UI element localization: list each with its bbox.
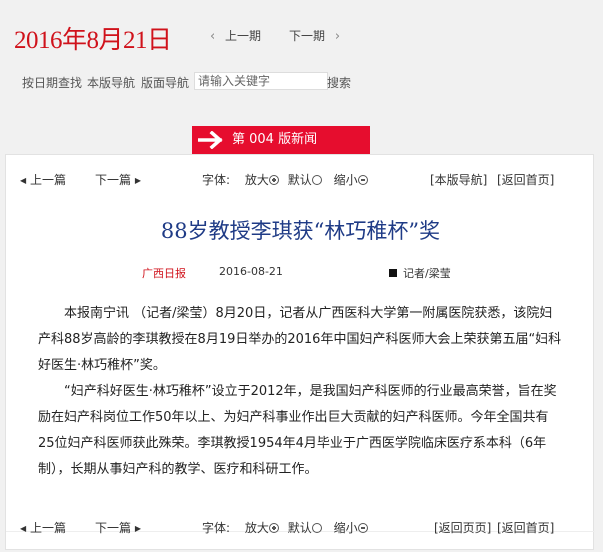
zoom-out-radio-icon [357,523,368,533]
arrow-right-icon [198,131,223,149]
caret-right-icon: ▶ [134,524,141,533]
radio-icon [311,523,322,533]
font-small-button[interactable]: 缩小 [334,521,368,535]
banner-label: 第 004 版新闻 [232,132,318,147]
page-nav-link[interactable]: 版面导航 [141,74,189,91]
article-panel: ◀ 上一篇 下一篇 ▶ 字体: 放大 默认 缩小 [本版导航] [返回首页] 8… [5,154,595,550]
chevron-left-icon: ‹ [210,29,216,44]
font-label: 字体: [202,521,231,535]
zoom-in-radio-icon [268,175,279,185]
font-controls: 字体: 放大 默认 缩小 [202,171,368,188]
font-default-button[interactable]: 默认 [288,521,326,535]
caret-left-icon: ◀ [20,176,27,185]
prev-issue-label: 上一期 [225,29,262,43]
next-article-bottom-link[interactable]: 下一篇 ▶ [95,519,141,536]
article-source: 广西日报 [142,267,186,280]
caret-left-icon: ◀ [20,524,27,533]
prev-issue-link[interactable]: ‹ 上一期 [210,27,261,44]
zoom-out-radio-icon [357,175,368,185]
font-controls-bottom: 字体: 放大 默认 缩小 [202,519,368,536]
back-to-page-bottom-link[interactable]: [返回页页] [434,519,491,536]
next-issue-link[interactable]: 下一期 › [289,27,340,44]
edition-nav-link[interactable]: 本版导航 [87,74,135,91]
article-body: 本报南宁讯 （记者/梁莹）8月20日，记者从广西医科大学第一附属医院获悉，该院妇… [38,301,562,483]
font-large-button[interactable]: 放大 [245,173,283,187]
font-large-button[interactable]: 放大 [245,521,283,535]
font-small-button[interactable]: 缩小 [334,173,368,187]
next-article-link[interactable]: 下一篇 ▶ [95,171,141,188]
back-to-home-bottom-link[interactable]: [返回首页] [497,519,554,536]
search-button[interactable]: 搜索 [327,74,351,91]
by-date-link[interactable]: 按日期查找 [22,74,82,91]
font-label: 字体: [202,173,231,187]
back-to-home-top-link[interactable]: [返回首页] [497,171,554,188]
prev-article-bottom-link[interactable]: ◀ 上一篇 [20,519,66,536]
search-input[interactable]: 请输入关键字 [194,72,328,90]
article-title: 88岁教授李琪获“林巧稚杯”奖 [160,219,441,243]
edition-nav-top-link[interactable]: [本版导航] [430,171,487,188]
next-issue-label: 下一期 [289,29,326,43]
caret-right-icon: ▶ [134,176,141,185]
page-banner: 第 004 版新闻 [192,126,370,154]
chevron-right-icon: › [334,29,341,44]
article-paragraph: 本报南宁讯 （记者/梁莹）8月20日，记者从广西医科大学第一附属医院获悉，该院妇… [38,306,562,373]
zoom-in-radio-icon [268,523,279,533]
article-date: 2016-08-21 [219,265,283,278]
article-author: 记者/梁莹 [403,267,451,280]
radio-icon [311,175,322,185]
square-bullet-icon [389,269,397,277]
article-author-row: 记者/梁莹 [389,265,451,281]
prev-article-link[interactable]: ◀ 上一篇 [20,171,66,188]
date-title: 2016年8月21日 [14,27,172,54]
article-paragraph: “妇产科好医生·林巧稚杯”设立于2012年，是我国妇产科医师的行业最高荣誉，旨在… [38,384,557,477]
font-default-button[interactable]: 默认 [288,173,326,187]
